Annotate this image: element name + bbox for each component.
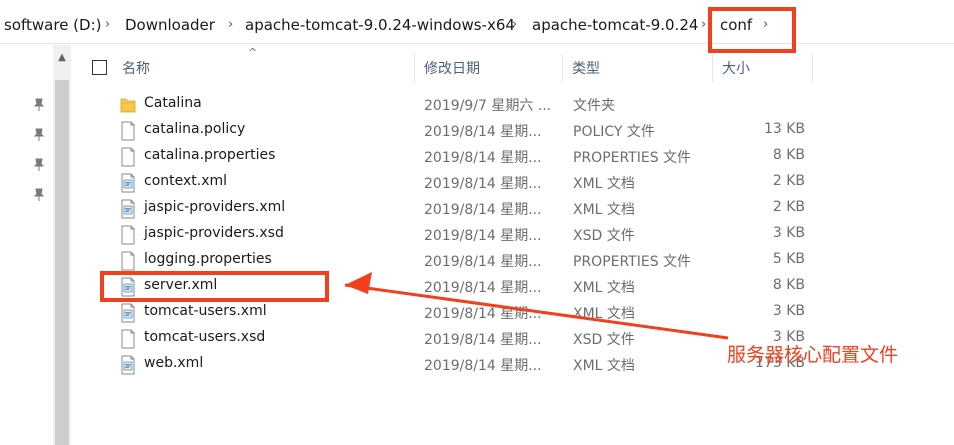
annotation-label: 服务器核心配置文件 [727, 344, 899, 366]
column-header-size[interactable]: 大小 [722, 58, 750, 78]
pin-icon[interactable] [33, 98, 45, 112]
xml-file-icon [120, 303, 136, 323]
file-date-modified: 2019/8/14 星期... [424, 124, 542, 140]
file-type: XML 文档 [573, 176, 635, 192]
file-row[interactable]: tomcat-users.xml 2019/8/14 星期... XML 文档 3 K… [110, 300, 930, 326]
file-size: 5 KB [772, 251, 805, 267]
file-row[interactable]: catalina.policy 2019/8/14 星期... POLICY 文件 1… [110, 118, 930, 144]
file-name: tomcat-users.xml [144, 303, 267, 319]
file-type: XSD 文件 [573, 332, 635, 348]
breadcrumb: software (D:) › Downloader › apache-tomc… [0, 0, 954, 44]
column-divider[interactable] [414, 54, 415, 82]
highlight-box-conf [708, 7, 796, 53]
file-size: 2 KB [772, 173, 805, 189]
file-type: POLICY 文件 [573, 124, 655, 140]
file-name: catalina.policy [144, 121, 246, 137]
file-row[interactable]: jaspic-providers.xml 2019/8/14 星期... XML 文… [110, 196, 930, 222]
column-divider[interactable] [812, 54, 813, 82]
sort-ascending-icon: ^ [248, 46, 258, 59]
file-row[interactable]: Catalina 2019/9/7 星期六 ... 文件夹 [110, 92, 930, 118]
column-headers: ^ 名称 修改日期 类型 大小 [72, 46, 954, 88]
xml-file-icon [120, 199, 136, 219]
file-date-modified: 2019/8/14 星期... [424, 358, 542, 374]
file-date-modified: 2019/9/7 星期六 ... [424, 98, 552, 114]
pin-icon[interactable] [33, 158, 45, 172]
file-row[interactable]: context.xml 2019/8/14 星期... XML 文档 2 KB [110, 170, 930, 196]
file-date-modified: 2019/8/14 星期... [424, 202, 542, 218]
file-size: 3 KB [772, 225, 805, 241]
file-name: catalina.properties [144, 147, 276, 163]
file-name: context.xml [144, 173, 228, 189]
pin-icon[interactable] [33, 188, 45, 202]
navigation-pane [0, 45, 52, 445]
file-size: 8 KB [772, 277, 805, 293]
breadcrumb-item-tomcat-windows[interactable]: apache-tomcat-9.0.24-windows-x64 [245, 15, 515, 35]
file-date-modified: 2019/8/14 星期... [424, 280, 542, 296]
file-icon [120, 251, 136, 271]
file-date-modified: 2019/8/14 星期... [424, 176, 542, 192]
file-date-modified: 2019/8/14 星期... [424, 254, 542, 270]
file-icon [120, 121, 136, 141]
column-header-type[interactable]: 类型 [572, 58, 600, 78]
file-name: Catalina [144, 95, 202, 111]
file-date-modified: 2019/8/14 星期... [424, 332, 542, 348]
column-divider[interactable] [712, 54, 713, 82]
file-type: XSD 文件 [573, 228, 635, 244]
file-name: web.xml [144, 355, 204, 371]
file-type: XML 文档 [573, 358, 635, 374]
xml-file-icon [120, 173, 136, 193]
xml-file-icon [120, 355, 136, 375]
chevron-right-icon[interactable]: › [105, 15, 110, 35]
column-header-name[interactable]: 名称 [122, 58, 150, 78]
chevron-right-icon[interactable]: › [512, 15, 517, 35]
file-type: XML 文档 [573, 306, 635, 322]
file-date-modified: 2019/8/14 星期... [424, 150, 542, 166]
breadcrumb-item-drive[interactable]: software (D:) [4, 15, 102, 35]
folder-icon [120, 95, 136, 115]
file-type: XML 文档 [573, 202, 635, 218]
column-divider[interactable] [562, 54, 563, 82]
file-size: 2 KB [772, 199, 805, 215]
file-size: 3 KB [772, 303, 805, 319]
highlight-box-server-xml [100, 271, 329, 302]
file-name: jaspic-providers.xml [144, 199, 286, 215]
file-type: 文件夹 [573, 98, 615, 114]
file-name: logging.properties [144, 251, 272, 267]
scroll-up-icon[interactable]: ▲ [53, 52, 71, 63]
file-name: tomcat-users.xsd [144, 329, 266, 345]
file-type: XML 文档 [573, 280, 635, 296]
file-size: 8 KB [772, 147, 805, 163]
file-icon [120, 329, 136, 349]
file-type: PROPERTIES 文件 [573, 150, 692, 166]
file-icon [120, 147, 136, 167]
file-icon [120, 225, 136, 245]
file-date-modified: 2019/8/14 星期... [424, 306, 542, 322]
file-name: jaspic-providers.xsd [144, 225, 284, 241]
nav-scrollbar-thumb[interactable] [55, 80, 69, 445]
chevron-right-icon[interactable]: › [701, 15, 706, 35]
select-all-checkbox[interactable] [92, 60, 107, 75]
breadcrumb-item-downloader[interactable]: Downloader [125, 15, 215, 35]
file-type: PROPERTIES 文件 [573, 254, 692, 270]
pin-icon[interactable] [33, 128, 45, 142]
file-date-modified: 2019/8/14 星期... [424, 228, 542, 244]
file-row[interactable]: jaspic-providers.xsd 2019/8/14 星期... XSD 文… [110, 222, 930, 248]
column-header-date[interactable]: 修改日期 [424, 58, 480, 78]
breadcrumb-item-tomcat[interactable]: apache-tomcat-9.0.24 [532, 15, 698, 35]
file-size: 13 KB [763, 121, 805, 137]
file-row[interactable]: catalina.properties 2019/8/14 星期... PROPER… [110, 144, 930, 170]
chevron-right-icon[interactable]: › [228, 15, 233, 35]
